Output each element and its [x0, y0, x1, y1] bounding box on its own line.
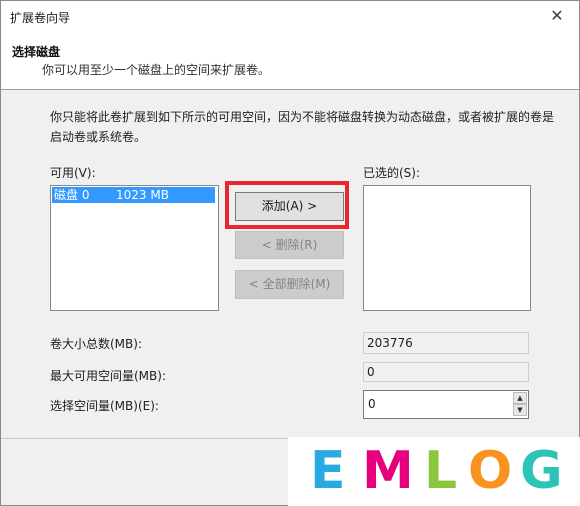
spin-down-icon[interactable]: ▼ [513, 404, 527, 416]
highlight-box [225, 181, 349, 229]
emlog-watermark: E M L O G [288, 437, 580, 506]
list-item-disk-0[interactable]: 磁盘 0 1023 MB [52, 187, 215, 203]
max-available-field: 0 [363, 362, 529, 382]
extend-volume-wizard-window: 扩展卷向导 ✕ 选择磁盘 你可以用至少一个磁盘上的空间来扩展卷。 你只能将此卷扩… [0, 0, 580, 506]
select-amount-label: 选择空间量(MB)(E): [50, 399, 159, 413]
disk-size: 1023 MB [116, 188, 169, 202]
watermark-letter-m: M [362, 441, 414, 501]
watermark-letter-e: E [310, 441, 346, 501]
spin-up-icon[interactable]: ▲ [513, 392, 527, 404]
disk-name: 磁盘 0 [54, 188, 90, 202]
total-size-label: 卷大小总数(MB): [50, 337, 142, 351]
max-available-label: 最大可用空间量(MB): [50, 369, 166, 383]
title-bar: 扩展卷向导 ✕ [1, 1, 579, 31]
remove-button[interactable]: < 删除(R) [235, 231, 344, 259]
description-text: 你只能将此卷扩展到如下所示的可用空间，因为不能将磁盘转换为动态磁盘，或者被扩展的… [50, 110, 555, 144]
available-label: 可用(V): [50, 166, 96, 180]
available-disks-list[interactable]: 磁盘 0 1023 MB [50, 185, 219, 311]
selected-disks-list[interactable] [363, 185, 531, 311]
remove-all-button[interactable]: < 全部删除(M) [235, 270, 344, 299]
total-size-field: 203776 [363, 332, 529, 354]
watermark-letter-g: G [520, 441, 563, 501]
wizard-header: 选择磁盘 你可以用至少一个磁盘上的空间来扩展卷。 [1, 31, 579, 90]
window-title: 扩展卷向导 [10, 11, 71, 25]
selected-label: 已选的(S): [363, 166, 421, 180]
page-title: 选择磁盘 [12, 45, 61, 59]
close-icon[interactable]: ✕ [535, 1, 579, 31]
select-amount-value: 0 [368, 397, 376, 411]
page-subtitle: 你可以用至少一个磁盘上的空间来扩展卷。 [42, 63, 271, 77]
watermark-letter-o: O [468, 441, 513, 501]
watermark-letter-l: L [424, 441, 458, 501]
select-amount-stepper[interactable]: 0 ▲ ▼ [363, 390, 529, 419]
